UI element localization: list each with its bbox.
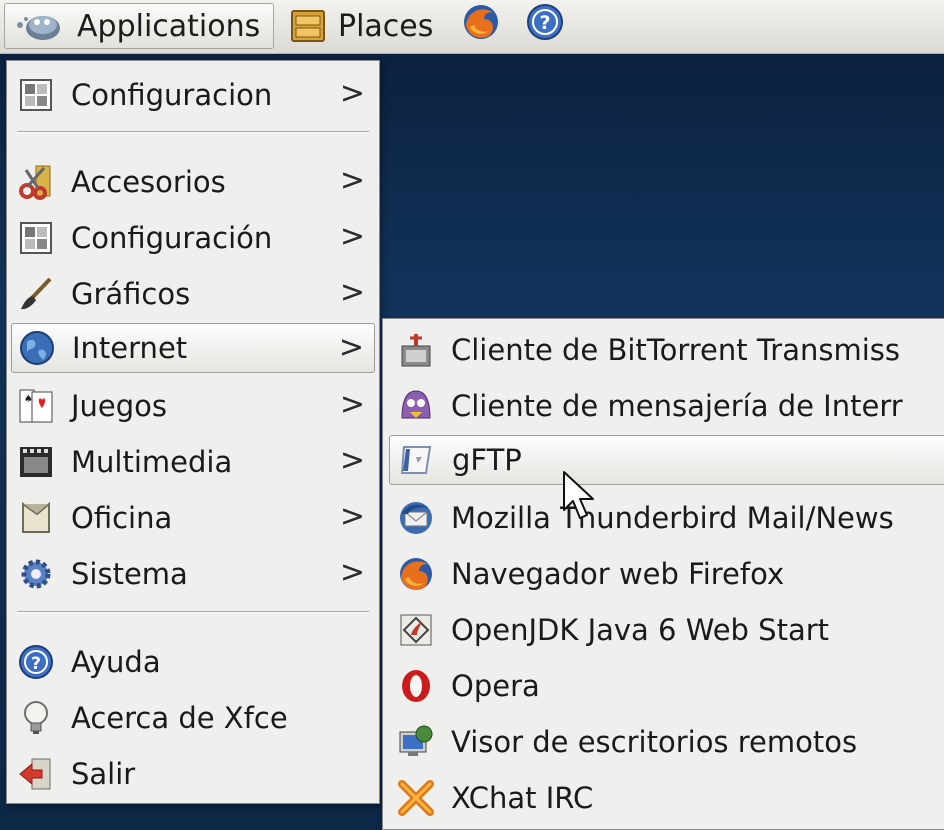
submenu-arrow-icon: > (338, 330, 364, 365)
paintbrush-icon (17, 275, 55, 313)
submenu-item-label: gFTP (452, 443, 522, 477)
menu-item-label: Juegos (71, 389, 168, 423)
submenu-item-transmission[interactable]: Cliente de BitTorrent Transmiss (389, 325, 944, 375)
submenu-item-gftp[interactable]: gFTP (389, 435, 944, 485)
submenu-item-java-web-start[interactable]: OpenJDK Java 6 Web Start (389, 605, 944, 655)
menu-item-label: Gráficos (71, 277, 191, 311)
submenu-item-label: Navegador web Firefox (451, 557, 785, 591)
submenu-arrow-icon: > (339, 555, 365, 590)
menu-item-label: Sistema (71, 557, 188, 591)
submenu-arrow-icon: > (339, 275, 365, 310)
menu-item-label: Salir (71, 757, 136, 791)
submenu-item-label: Cliente de mensajería de Interr (451, 389, 903, 423)
mouse-pointer-icon (563, 471, 594, 519)
svg-text:?: ? (539, 12, 550, 34)
document-icon (17, 499, 55, 537)
submenu-item-label: OpenJDK Java 6 Web Start (451, 613, 830, 647)
transmission-icon (397, 331, 435, 369)
menu-item-label: Acerca de Xfce (71, 701, 288, 735)
gftp-icon (398, 441, 436, 479)
settings-panel-icon (17, 219, 55, 257)
submenu-item-remote-desktop[interactable]: Visor de escritorios remotos (389, 717, 944, 767)
firefox-launcher[interactable] (462, 3, 506, 49)
film-icon (17, 443, 55, 481)
submenu-item-label: XChat IRC (451, 781, 594, 815)
submenu-item-firefox[interactable]: Navegador web Firefox (389, 549, 944, 599)
submenu-item-label: Mozilla Thunderbird Mail/News (451, 501, 894, 535)
submenu-item-label: Cliente de BitTorrent Transmiss (451, 333, 901, 367)
menu-item-configuracion[interactable]: Configuracion > (11, 70, 375, 120)
submenu-item-xchat[interactable]: XChat IRC (389, 773, 944, 823)
submenu-arrow-icon: > (339, 219, 365, 254)
submenu-item-pidgin[interactable]: Cliente de mensajería de Interr (389, 381, 944, 431)
menu-item-oficina[interactable]: Oficina > (11, 493, 375, 543)
menu-item-label: Accesorios (71, 165, 226, 199)
firefox-icon (462, 3, 500, 49)
submenu-arrow-icon: > (339, 499, 365, 534)
gear-icon (17, 555, 55, 593)
menu-item-internet[interactable]: Internet > (11, 323, 375, 373)
scissors-icon (17, 163, 55, 201)
places-menu-button[interactable]: Places (284, 3, 454, 49)
firefox-icon (397, 555, 435, 593)
menu-item-ayuda[interactable]: ? Ayuda (11, 637, 375, 687)
java-icon (397, 611, 435, 649)
help-launcher[interactable]: ? (526, 3, 570, 49)
globe-icon (18, 329, 56, 367)
opera-icon (397, 667, 435, 705)
xchat-icon (397, 779, 435, 817)
submenu-item-label: Visor de escritorios remotos (451, 725, 858, 759)
menu-item-configuracion-2[interactable]: Configuración > (11, 213, 375, 263)
submenu-arrow-icon: > (339, 387, 365, 422)
menu-item-accesorios[interactable]: Accesorios > (11, 157, 375, 207)
menu-item-salir[interactable]: Salir (11, 749, 375, 799)
menu-item-multimedia[interactable]: Multimedia > (11, 437, 375, 487)
lightbulb-icon (17, 699, 55, 737)
xfce-mouse-icon (13, 9, 67, 43)
exit-icon (17, 755, 55, 793)
menu-item-juegos[interactable]: ♠ Juegos > (11, 381, 375, 431)
cabinet-icon (290, 8, 326, 44)
menu-item-acerca-de-xfce[interactable]: Acerca de Xfce (11, 693, 375, 743)
menu-item-graficos[interactable]: Gráficos > (11, 269, 375, 319)
menu-item-label: Configuración (71, 221, 273, 255)
submenu-item-label: Opera (451, 669, 540, 703)
playing-card-icon: ♠ (17, 387, 55, 425)
help-icon: ? (17, 643, 55, 681)
pidgin-icon (397, 387, 435, 425)
submenu-arrow-icon: > (339, 76, 365, 111)
help-icon: ? (526, 3, 564, 49)
menu-item-label: Configuracion (71, 78, 273, 112)
menu-separator (17, 131, 369, 133)
menu-item-label: Internet (72, 331, 188, 365)
submenu-item-opera[interactable]: Opera (389, 661, 944, 711)
top-panel: Applications Places ? (0, 0, 944, 54)
menu-item-label: Oficina (71, 501, 173, 535)
places-label: Places (338, 8, 434, 44)
svg-text:?: ? (31, 654, 41, 674)
submenu-item-thunderbird[interactable]: Mozilla Thunderbird Mail/News (389, 493, 944, 543)
menu-item-sistema[interactable]: Sistema > (11, 549, 375, 599)
menu-separator (17, 611, 369, 613)
internet-submenu: Cliente de BitTorrent Transmiss Cliente … (382, 318, 944, 830)
menu-item-label: Ayuda (71, 645, 161, 679)
applications-menu-button[interactable]: Applications (4, 3, 274, 49)
thunderbird-icon (397, 499, 435, 537)
remote-desktop-icon (397, 723, 435, 761)
submenu-arrow-icon: > (339, 443, 365, 478)
svg-text:♠: ♠ (24, 394, 33, 405)
settings-panel-icon (17, 76, 55, 114)
menu-item-label: Multimedia (71, 445, 233, 479)
applications-menu: Configuracion > Accesorios > Configuraci… (6, 60, 380, 804)
applications-label: Applications (77, 8, 261, 44)
submenu-arrow-icon: > (339, 163, 365, 198)
